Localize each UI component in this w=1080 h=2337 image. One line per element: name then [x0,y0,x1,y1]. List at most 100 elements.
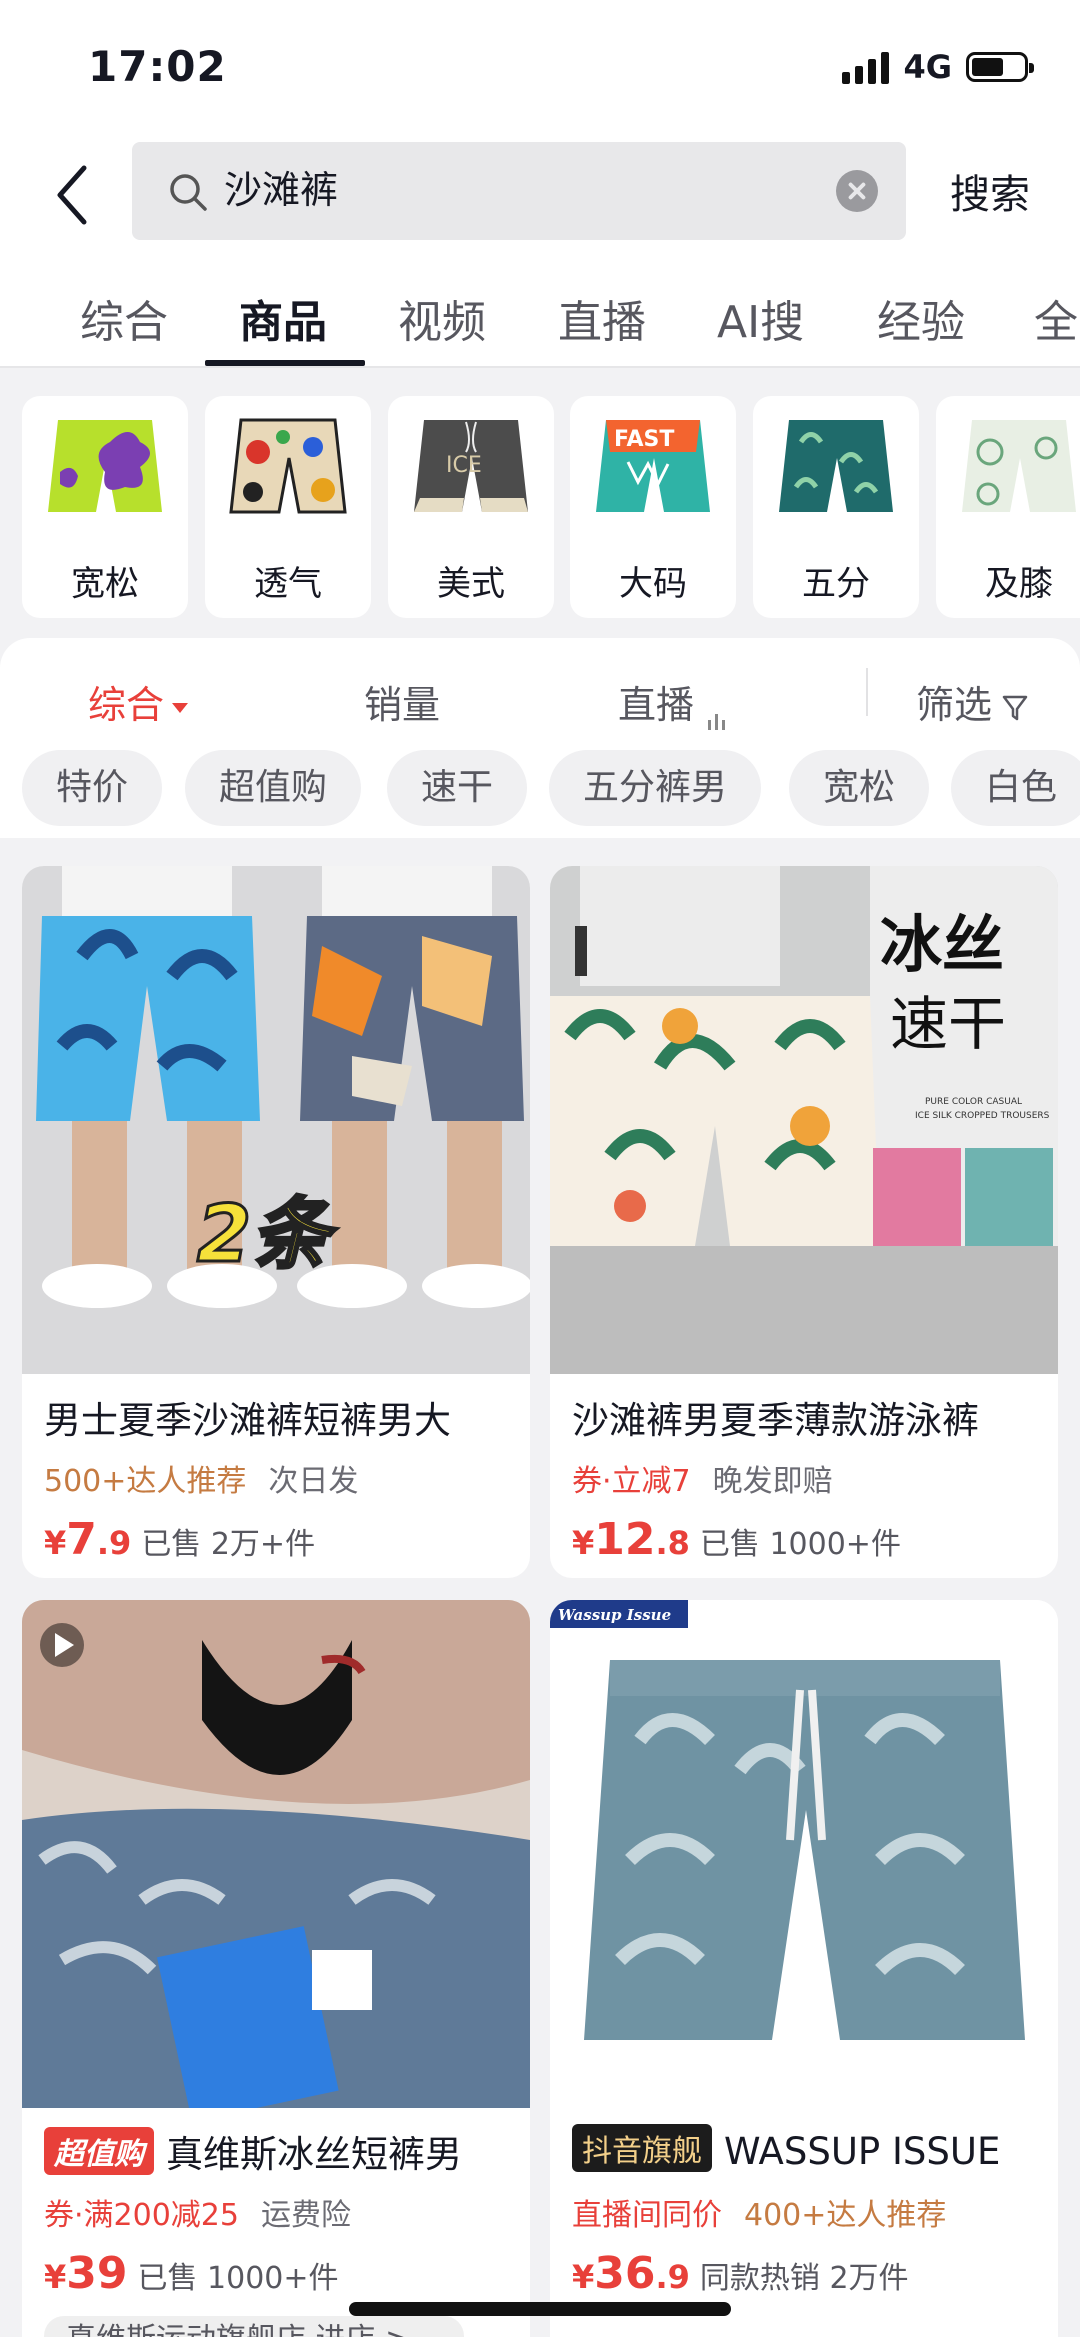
category-plus-size[interactable]: FAST 大码 [570,396,736,618]
category-label: 大码 [619,564,687,604]
image-overlay-text: 2条 [197,1190,338,1280]
quick-filter-chip[interactable]: 速干 [387,750,528,826]
active-tab-indicator [205,360,365,366]
quick-filter-chip[interactable]: 特价 [22,750,163,826]
price-line: ¥36.9 同款热销 2万件 [572,2248,909,2299]
image-caption: PURE COLOR CASUAL [925,1097,1022,1107]
product-title: 男士夏季沙滩裤短裤男大 [44,1399,451,1442]
quick-filter-chip[interactable]: 五分裤男 [549,750,762,826]
product-title: 抖音旗舰 WASSUP ISSUE [572,2124,1042,2173]
shorts-thumbnail [962,420,1076,512]
category-label: 五分 [802,564,870,604]
home-indicator [349,2302,731,2316]
flagship-badge: 抖音旗舰 [572,2124,712,2172]
search-box[interactable] [132,142,906,240]
category-label: 美式 [437,564,505,604]
product-tags: 500+达人推荐 次日发 [44,1456,358,1500]
shorts-thumbnail [779,420,893,512]
tag-shipping: 晚发即赔 [712,1464,833,1499]
category-breathable[interactable]: 透气 [205,396,371,618]
filter-bar: 综合 销量 直播 筛选 特价 超值购 速干 五分裤男 宽松 白色 [0,638,1080,838]
price: ¥7.9 [44,1514,132,1565]
quick-filter-chip[interactable]: 白色 [951,750,1080,826]
product-card[interactable]: 冰丝 速干 PURE COLOR CASUAL ICE SILK CROPPED… [550,866,1058,1578]
category-five-point[interactable]: 五分 [753,396,919,618]
product-title-text: 真维斯冰丝短裤男 [166,2133,462,2176]
promo-badge: 超值购 [44,2127,154,2175]
category-label: 及膝 [985,564,1053,604]
category-label: 宽松 [71,564,139,604]
tab-all[interactable]: 全 [1034,286,1078,350]
product-image [22,1600,530,2108]
sold-count: 已售 1000+件 [699,1527,901,1562]
tag-live-price: 直播间同价 [572,2198,722,2233]
tag-recommend: 400+达人推荐 [744,2198,947,2233]
svg-text:ICE: ICE [446,453,482,478]
sort-sales[interactable]: 销量 [364,674,440,729]
tag-shipping: 次日发 [268,1464,359,1499]
category-carousel: 宽松 透气 ICE 美式 FAST 大码 五分 及膝 [0,368,1080,638]
product-card[interactable]: 2条 男士夏季沙滩裤短裤男大 500+达人推荐 次日发 ¥7.9 已售 2万+件 [22,866,530,1578]
category-american[interactable]: ICE 美式 [388,396,554,618]
product-image: 冰丝 速干 PURE COLOR CASUAL ICE SILK CROPPED… [550,866,1058,1374]
sort-label: 直播 [618,683,695,727]
tag-coupon: 券·立减7 [572,1464,691,1499]
tab-ai-search[interactable]: AI搜 [717,286,804,350]
product-image: 2条 [22,866,530,1374]
shorts-thumbnail: ICE [414,420,528,512]
tag-coupon: 券·满200减25 [44,2198,239,2233]
battery-icon [966,52,1034,82]
tab-comprehensive[interactable]: 综合 [80,286,168,350]
sold-count: 同款热销 2万件 [699,2261,909,2296]
funnel-icon [1002,695,1028,720]
product-title: 超值购 真维斯冰丝短裤男 [44,2124,514,2178]
sort-live[interactable]: 直播 [618,674,729,730]
price-line: ¥12.8 已售 1000+件 [572,1514,901,1565]
store-link[interactable]: 真维斯运动旗舰店 进店 > [44,2316,464,2337]
search-input[interactable] [224,164,784,208]
tag-recommend: 500+达人推荐 [44,1464,247,1499]
search-icon [170,174,207,211]
price: ¥12.8 [572,1514,690,1565]
tab-products[interactable]: 商品 [239,286,327,350]
search-button[interactable]: 搜索 [950,162,1030,220]
quick-filter-chip[interactable]: 超值购 [185,750,362,826]
sold-count: 已售 2万+件 [141,1527,316,1562]
quick-filter-chip[interactable]: 宽松 [789,750,930,826]
price: ¥39 [44,2248,128,2299]
product-card[interactable]: Wassup Issue 抖音旗舰 WASSUP ISSUE 直播间同价 400+达… [550,1600,1058,2337]
tag-insurance: 运费险 [260,2198,351,2233]
svg-text:Wassup Issue: Wassup Issue [558,1606,671,1624]
status-icons: 4G [842,48,1034,86]
status-time: 17:02 [88,42,227,91]
product-card[interactable]: 超值购真维斯冰丝短裤男 券·满200减25 运费险 ¥39 已售 1000+件 真维… [22,1600,530,2337]
shorts-thumbnail [48,420,162,512]
divider [866,668,868,716]
tab-experience[interactable]: 经验 [877,286,965,350]
sold-count: 已售 1000+件 [137,2261,339,2296]
shorts-thumbnail: FAST [596,420,710,512]
result-type-tabs: 综合 商品 视频 直播 AI搜 经验 全 [0,260,1080,368]
product-tags: 直播间同价 400+达人推荐 [572,2190,968,2234]
category-knee-length[interactable]: 及膝 [936,396,1080,618]
category-label: 透气 [254,564,322,604]
back-arrow-icon[interactable] [48,160,102,230]
product-title: 沙滩裤男夏季薄款游泳裤 [572,1399,979,1442]
price-line: ¥39 已售 1000+件 [44,2248,339,2299]
network-type: 4G [903,48,952,86]
shorts-thumbnail [229,418,347,514]
category-loose[interactable]: 宽松 [22,396,188,618]
image-caption: ICE SILK CROPPED TROUSERS [915,1111,1050,1121]
image-overlay-text: 速干 [890,990,1006,1058]
sort-comprehensive[interactable]: 综合 [88,674,189,729]
price: ¥36.9 [572,2248,690,2299]
product-tags: 券·立减7 晚发即赔 [572,1456,833,1500]
tab-videos[interactable]: 视频 [398,286,486,350]
product-grid: 2条 男士夏季沙滩裤短裤男大 500+达人推荐 次日发 ¥7.9 已售 2万+件 冰… [0,838,1080,2337]
filter-button[interactable]: 筛选 [916,674,1028,729]
product-tags: 券·满200减25 运费险 [44,2190,351,2234]
tab-live[interactable]: 直播 [558,286,646,350]
filter-label: 筛选 [916,683,993,727]
clear-search-icon[interactable] [836,170,878,212]
svg-text:FAST: FAST [614,427,674,452]
